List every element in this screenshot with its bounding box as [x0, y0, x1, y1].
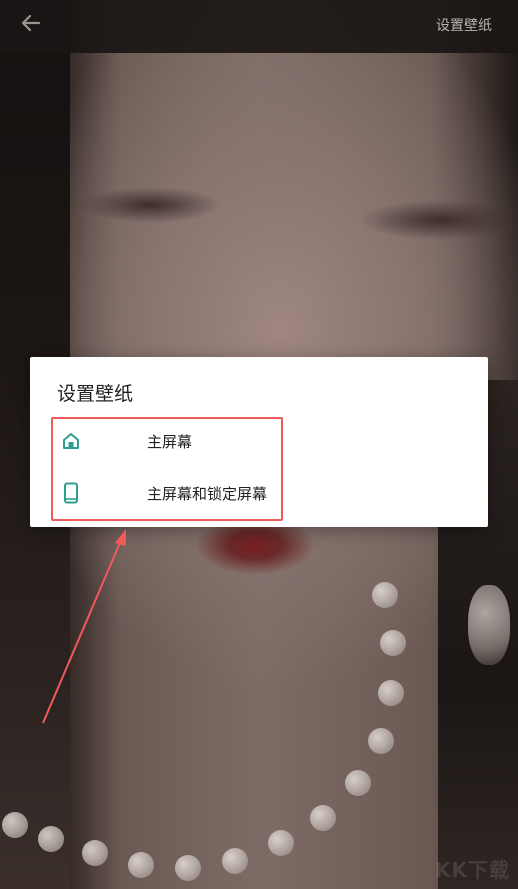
- wallpaper-pearl: [128, 852, 154, 878]
- dialog-title: 设置壁纸: [57, 383, 134, 405]
- arrow-left-icon: [21, 13, 41, 37]
- wallpaper-pearl: [380, 630, 406, 656]
- option-label: 主屏幕: [147, 432, 193, 451]
- watermark: KK下载: [435, 858, 510, 882]
- wallpaper-pearl: [345, 770, 371, 796]
- wallpaper-pearl: [310, 805, 336, 831]
- wallpaper-pearl: [372, 582, 398, 608]
- set-wallpaper-action[interactable]: 设置壁纸: [436, 15, 492, 35]
- wallpaper-pearl: [38, 826, 64, 852]
- option-label: 主屏幕和锁定屏幕: [147, 484, 268, 503]
- phone-icon: [60, 482, 82, 504]
- wallpaper-pearl: [222, 848, 248, 874]
- wallpaper-earring: [468, 585, 510, 665]
- top-app-bar: 设置壁纸: [0, 0, 518, 53]
- set-wallpaper-dialog: 设置壁纸 主屏幕 主屏幕和锁定屏幕: [30, 357, 488, 527]
- wallpaper-pearl: [378, 680, 404, 706]
- wallpaper-pearl: [268, 830, 294, 856]
- wallpaper-pearl: [82, 840, 108, 866]
- home-icon: [60, 430, 82, 452]
- wallpaper-pearl: [2, 812, 28, 838]
- wallpaper-pearl: [175, 855, 201, 881]
- option-home-and-lock-screen[interactable]: 主屏幕和锁定屏幕: [54, 469, 304, 517]
- wallpaper-pearl: [368, 728, 394, 754]
- option-home-screen[interactable]: 主屏幕: [54, 417, 304, 465]
- back-button[interactable]: [14, 10, 48, 40]
